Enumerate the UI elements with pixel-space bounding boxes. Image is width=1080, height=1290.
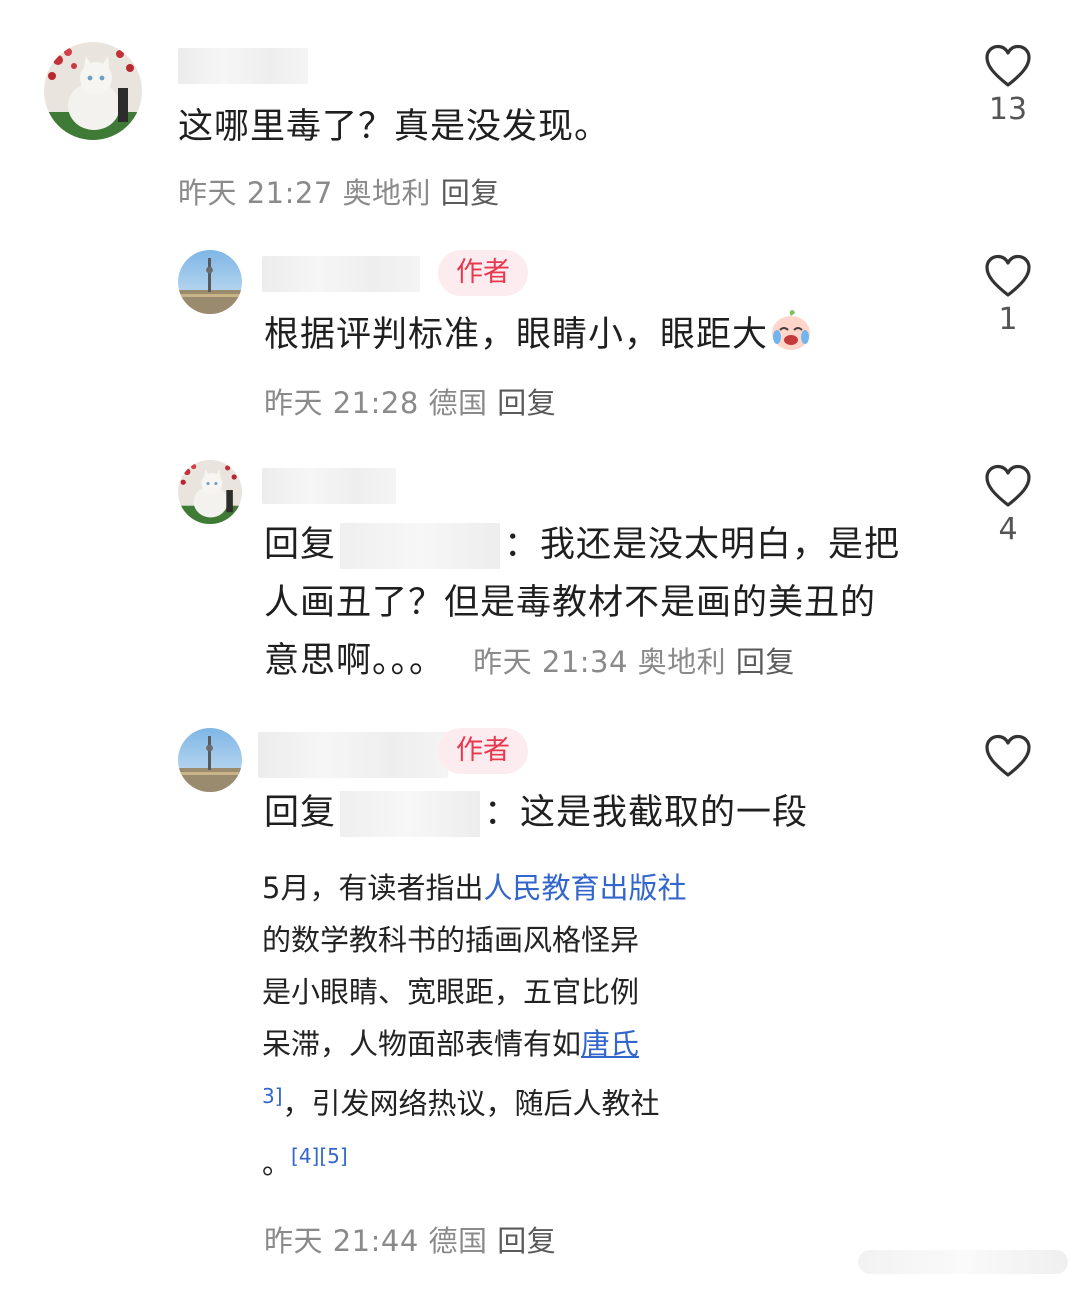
mentioned-user-redacted[interactable] xyxy=(340,523,501,569)
username-redacted[interactable] xyxy=(178,48,308,84)
like-button[interactable]: 4 xyxy=(980,464,1036,547)
reply-button[interactable]: 回复 xyxy=(497,1224,556,1258)
excerpt-line: 的数学教科书的插画风格怪异 xyxy=(262,923,640,957)
mentioned-user-redacted[interactable] xyxy=(340,791,481,837)
like-button[interactable] xyxy=(980,734,1036,778)
reply-prefix: 回复 xyxy=(264,793,337,833)
comment-text-content: 根据评判标准，眼睛小，眼距大 xyxy=(264,315,769,355)
username-redacted[interactable] xyxy=(258,732,448,778)
reply-button[interactable]: 回复 xyxy=(736,645,795,679)
like-count: 1 xyxy=(998,302,1018,337)
like-count: 4 xyxy=(998,512,1018,547)
excerpt-reference: 3] xyxy=(262,1084,283,1108)
excerpt-reference: [4][5] xyxy=(291,1143,348,1168)
comment-text: 根据评判标准，眼睛小，眼距大 xyxy=(264,306,814,364)
comment-meta: 昨天 21:27 奥地利 回复 xyxy=(178,170,500,212)
excerpt-link: 人民教育出版社 xyxy=(483,871,687,905)
like-button[interactable]: 1 xyxy=(980,254,1036,337)
excerpt-line: 5月，有读者指出人民教育出版社 xyxy=(262,862,712,914)
excerpt-link: 唐氏 xyxy=(581,1027,640,1061)
heart-icon xyxy=(985,44,1031,87)
excerpt-line: 3]，引发网络热议，随后人教社 xyxy=(262,1070,712,1130)
like-count: 13 xyxy=(988,92,1028,127)
comment-text: 回复 ：我还是没太明白，是把 人画丑了？但是毒教材不是画的美丑的 意思啊。。。 昨… xyxy=(264,516,954,691)
comment-location: 德国 xyxy=(428,1224,488,1258)
excerpt-line: 是小眼睛、宽眼距，五官比例 xyxy=(262,975,640,1009)
comment-location: 奥地利 xyxy=(342,176,432,210)
attached-screenshot[interactable]: 5月，有读者指出人民教育出版社 的数学教科书的插画风格怪异 是小眼睛、宽眼距，五… xyxy=(262,862,712,1192)
comment-meta: 昨天 21:34 奥地利 回复 xyxy=(473,645,795,679)
avatar[interactable] xyxy=(178,250,242,314)
reply-button[interactable]: 回复 xyxy=(497,386,556,420)
avatar[interactable] xyxy=(178,728,242,792)
comment-location: 奥地利 xyxy=(637,645,727,679)
comment-text: 这哪里毒了？真是没发现。 xyxy=(178,107,611,147)
avatar[interactable] xyxy=(44,42,142,140)
excerpt-line: 呆滞，人物面部表情有如唐氏 xyxy=(262,1018,712,1070)
heart-icon xyxy=(985,254,1031,297)
comment-time: 昨天 21:28 xyxy=(264,386,419,420)
cat-avatar-image xyxy=(44,42,142,140)
comment-time: 昨天 21:34 xyxy=(473,645,628,679)
comment-line: 意思啊。。。 昨天 21:34 奥地利 回复 xyxy=(264,632,954,691)
comment-time: 昨天 21:44 xyxy=(264,1224,419,1258)
author-tag: 作者 xyxy=(438,250,528,296)
heart-icon xyxy=(985,734,1031,777)
like-button[interactable]: 13 xyxy=(980,44,1036,127)
username-redacted[interactable] xyxy=(262,468,396,504)
comment-text-a: ：我还是没太明白，是把 xyxy=(504,525,901,565)
heart-icon xyxy=(985,464,1031,507)
username-redacted[interactable] xyxy=(262,256,420,292)
excerpt-text: 5月，有读者指出 xyxy=(262,871,484,905)
comment-time: 昨天 21:27 xyxy=(178,176,333,210)
reply-prefix: 回复 xyxy=(264,525,337,565)
comment-text-c: 意思啊。。。 xyxy=(264,641,446,681)
excerpt-text: 。 xyxy=(262,1146,292,1181)
comment-meta: 昨天 21:28 德国 回复 xyxy=(264,380,556,422)
excerpt-text: ，引发网络热议，随后人教社 xyxy=(282,1086,660,1121)
comment-text: 回复 ：这是我截取的一段 xyxy=(264,784,808,842)
tower-avatar-image xyxy=(178,250,242,314)
comment-meta: 昨天 21:44 德国 回复 xyxy=(264,1218,556,1260)
reply-button[interactable]: 回复 xyxy=(441,176,500,210)
laughing-crying-emoji-icon xyxy=(768,306,814,352)
excerpt-text: 呆滞，人物面部表情有如 xyxy=(262,1027,582,1061)
comment-line: 人画丑了？但是毒教材不是画的美丑的 xyxy=(264,583,877,623)
avatar[interactable] xyxy=(178,460,242,524)
author-tag: 作者 xyxy=(438,728,528,774)
comment-location: 德国 xyxy=(428,386,488,420)
tower-avatar-image xyxy=(178,728,242,792)
cat-avatar-image xyxy=(178,460,242,524)
comment-line: 回复 ：我还是没太明白，是把 xyxy=(264,516,954,574)
excerpt-line: 。[4][5] xyxy=(262,1130,712,1190)
watermark-redacted xyxy=(858,1250,1068,1274)
comment-text-content: ：这是我截取的一段 xyxy=(484,793,809,833)
